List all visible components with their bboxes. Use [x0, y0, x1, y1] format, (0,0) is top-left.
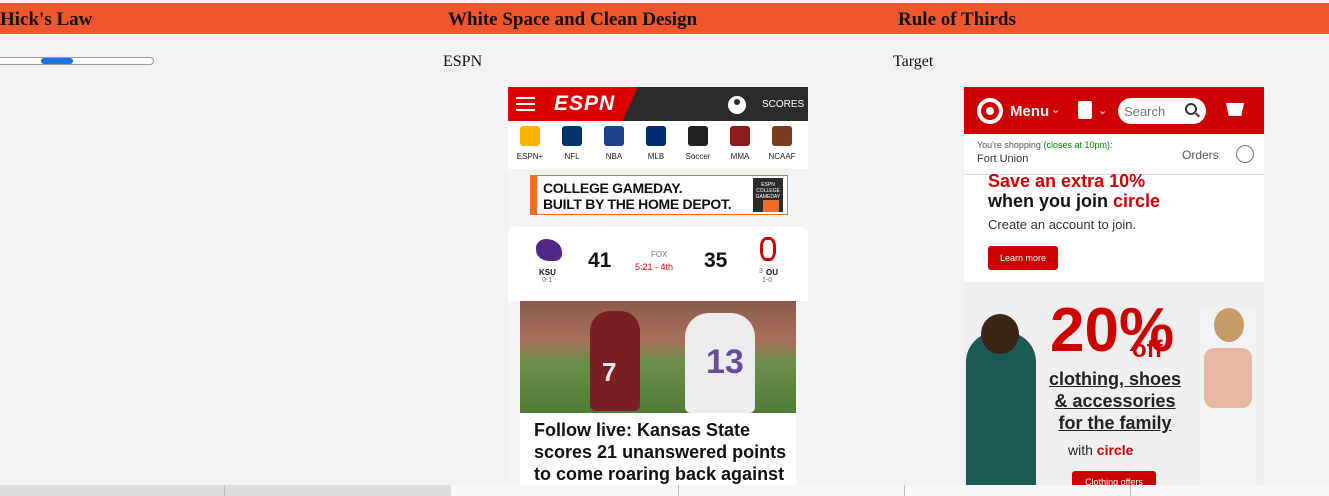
girl-model-image	[966, 314, 1036, 487]
away-record: 0-1	[542, 277, 553, 284]
store-hours: (closes at 10pm):	[1043, 140, 1113, 150]
nav-item-label: NCAAF	[768, 152, 796, 161]
nav-item-ncaaf[interactable]: NCAAF	[762, 126, 802, 161]
story-headline[interactable]: Follow live: Kansas State scores 21 unan…	[534, 419, 790, 485]
mlb-icon	[646, 126, 666, 146]
nfl-icon	[562, 126, 582, 146]
jersey-number-left: 7	[602, 357, 617, 387]
away-team: KSU	[539, 268, 556, 277]
promo-join-line: when you join circle	[988, 191, 1161, 211]
hamburger-icon[interactable]	[516, 97, 535, 111]
nav-item-soccer[interactable]: Soccer	[678, 126, 718, 161]
nav-item-label: Soccer	[685, 152, 711, 161]
home-depot-logo	[763, 200, 779, 212]
home-rank: 3	[759, 268, 763, 275]
home-record: 1-0	[762, 277, 773, 284]
store-bag-icon[interactable]	[1078, 101, 1092, 119]
user-icon[interactable]	[728, 96, 746, 114]
nav-item-label: MLB	[647, 152, 665, 161]
header-rule-of-thirds: Rule of Thirds	[898, 9, 1016, 30]
ksu-logo-icon	[536, 239, 562, 261]
shopping-label: You're shopping	[977, 140, 1041, 150]
store-bar: You're shopping (closes at 10pm): Fort U…	[964, 134, 1264, 175]
orders-link[interactable]: Orders	[1182, 148, 1219, 162]
learn-more-button[interactable]: Learn more	[988, 246, 1058, 270]
espn-screenshot: ESPN SCORES ESPN+ NFL NBA MLB Soccer MMA NCAAF…	[508, 87, 808, 487]
search-input[interactable]	[1124, 102, 1176, 120]
scores-link[interactable]: SCORES	[762, 99, 804, 110]
story-card[interactable]: Follow live: Kansas State scores 21 unan…	[520, 413, 796, 487]
target-bullseye-logo[interactable]	[977, 98, 1003, 124]
account-icon[interactable]	[1236, 145, 1254, 163]
soccer-icon	[688, 126, 708, 146]
slider-thumb[interactable]	[41, 58, 73, 64]
search-box[interactable]	[1118, 98, 1206, 124]
promo-headline: Save an extra 10%	[988, 171, 1146, 191]
nav-item-espn[interactable]: ESPN+	[510, 126, 550, 161]
nav-item-nba[interactable]: NBA	[594, 126, 634, 161]
home-team: OU	[766, 268, 778, 277]
nav-item-mlb[interactable]: MLB	[636, 126, 676, 161]
espn-logo[interactable]: ESPN	[554, 92, 615, 116]
cart-icon[interactable]	[1226, 103, 1244, 116]
circle-logo: circle	[1113, 191, 1161, 211]
ad-line-1: COLLEGE GAMEDAY.	[543, 180, 683, 196]
chevron-down-icon[interactable]: ⌄	[1098, 104, 1107, 117]
jersey-number-right: 13	[706, 343, 744, 381]
nav-item-label: NBA	[605, 152, 623, 161]
header-hicks-law: Hick's Law	[0, 9, 93, 30]
nba-icon	[604, 126, 624, 146]
ad-line-2: BUILT BY THE HOME DEPOT.	[543, 196, 732, 212]
game-scorecard[interactable]: KSU 0-1 41 FOX 5:21 - 4th 35 3 OU 1-0	[508, 227, 808, 301]
espn-header: ESPN SCORES	[508, 87, 808, 121]
home-score: 35	[704, 249, 728, 272]
nav-item-label: ESPN+	[516, 152, 544, 161]
promo-subtext: Create an account to join.	[988, 217, 1137, 232]
nav-item-label: MMA	[730, 152, 750, 161]
game-clock: 5:21 - 4th	[635, 262, 674, 272]
mma-icon	[730, 126, 750, 146]
game-photo[interactable]: 7 13	[520, 301, 796, 413]
espn-label: ESPN	[443, 53, 483, 70]
header-bar: Hick's Law White Space and Clean Design …	[0, 3, 1329, 34]
chevron-down-icon[interactable]: ⌄	[1051, 103, 1060, 116]
sale-banner[interactable]: 20% off clothing, shoes & accessories fo…	[964, 282, 1264, 487]
game-network: FOX	[651, 250, 668, 259]
away-score: 41	[588, 249, 612, 272]
range-slider[interactable]	[0, 57, 154, 65]
target-label: Target	[893, 53, 934, 70]
store-selector[interactable]: Fort Union	[977, 153, 1028, 165]
nav-item-mma[interactable]: MMA	[720, 126, 760, 161]
sale-off: off	[1132, 336, 1163, 363]
woman-model-image	[1200, 308, 1256, 487]
search-icon[interactable]	[1185, 103, 1197, 115]
bottom-tab-strip	[0, 485, 1329, 496]
header-white-space: White Space and Clean Design	[448, 9, 698, 30]
nav-item-nfl[interactable]: NFL	[552, 126, 592, 161]
sale-categories[interactable]: clothing, shoes & accessories for the fa…	[1048, 368, 1182, 434]
target-screenshot: Menu ⌄ ⌄ You're shopping (closes at 10pm…	[964, 87, 1264, 487]
nav-item-label: NFL	[564, 152, 580, 161]
menu-button[interactable]: Menu	[1010, 103, 1049, 120]
ou-logo-icon	[760, 237, 776, 261]
football-icon	[772, 126, 792, 146]
with-circle: with circle	[1068, 442, 1134, 458]
target-header: Menu ⌄ ⌄	[964, 87, 1264, 134]
plus-icon	[520, 126, 540, 146]
espn-sport-nav: ESPN+ NFL NBA MLB Soccer MMA NCAAF	[508, 121, 808, 169]
home-depot-ad[interactable]: COLLEGE GAMEDAY. BUILT BY THE HOME DEPOT…	[530, 175, 788, 215]
